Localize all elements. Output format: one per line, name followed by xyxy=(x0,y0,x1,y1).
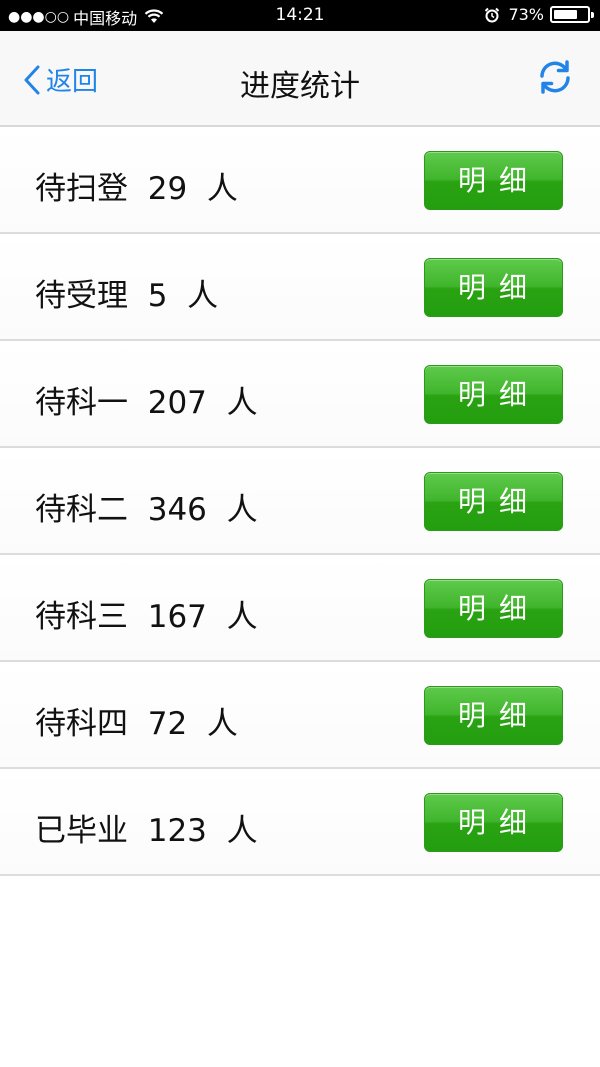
stage-unit: 人 xyxy=(206,706,238,742)
stage-label: 待受理 xyxy=(35,278,128,314)
stage-unit: 人 xyxy=(226,492,258,528)
list-item: 待扫登 29 人 明 细 xyxy=(0,127,600,234)
stage-label: 待科二 xyxy=(35,492,128,528)
stage-count: 72 xyxy=(147,706,188,742)
battery-tip xyxy=(591,12,594,18)
stage-unit: 人 xyxy=(187,278,219,314)
detail-button[interactable]: 明 细 xyxy=(424,151,563,210)
stage-count: 5 xyxy=(147,278,168,314)
stage-label: 待科四 xyxy=(35,706,128,742)
stage-count: 207 xyxy=(147,385,207,421)
battery-percent: 73% xyxy=(508,5,544,24)
stage-count: 123 xyxy=(147,813,207,849)
status-bar-right: 73% xyxy=(484,5,594,24)
detail-button[interactable]: 明 细 xyxy=(424,579,563,638)
navigation-bar: 返回 进度统计 xyxy=(0,31,600,127)
list-item-text: 待科三 167 人 xyxy=(35,591,258,636)
list-item-text: 待科四 72 人 xyxy=(35,698,238,743)
detail-button[interactable]: 明 细 xyxy=(424,258,563,317)
stage-label: 待科一 xyxy=(35,385,128,421)
list-item: 待受理 5 人 明 细 xyxy=(0,234,600,341)
stage-count: 167 xyxy=(147,599,207,635)
list-item-text: 待扫登 29 人 xyxy=(35,163,238,208)
list-item: 待科一 207 人 明 细 xyxy=(0,341,600,448)
list-item: 待科二 346 人 明 细 xyxy=(0,448,600,555)
battery-icon xyxy=(550,6,594,23)
list-item-text: 待科一 207 人 xyxy=(35,377,258,422)
stage-unit: 人 xyxy=(226,385,258,421)
stage-count: 29 xyxy=(147,171,188,207)
stage-count: 346 xyxy=(147,492,207,528)
stage-unit: 人 xyxy=(226,599,258,635)
detail-button[interactable]: 明 细 xyxy=(424,365,563,424)
detail-button[interactable]: 明 细 xyxy=(424,686,563,745)
status-bar: ●●●○○ 中国移动 14:21 73% xyxy=(0,0,600,31)
stage-unit: 人 xyxy=(226,813,258,849)
alarm-clock-icon xyxy=(485,7,500,22)
refresh-icon[interactable] xyxy=(536,58,574,96)
battery-level-fill xyxy=(554,10,578,19)
detail-button[interactable]: 明 细 xyxy=(424,793,563,852)
list-item-text: 待科二 346 人 xyxy=(35,484,258,529)
list-item-text: 待受理 5 人 xyxy=(35,270,218,315)
progress-list: 待扫登 29 人 明 细 待受理 5 人 明 细 待科一 207 人 明 细 待… xyxy=(0,127,600,876)
page-title: 进度统计 xyxy=(240,69,360,104)
stage-label: 待科三 xyxy=(35,599,128,635)
list-item: 已毕业 123 人 明 细 xyxy=(0,769,600,876)
stage-label: 已毕业 xyxy=(35,813,128,849)
list-item-text: 已毕业 123 人 xyxy=(35,805,258,850)
list-item: 待科三 167 人 明 细 xyxy=(0,555,600,662)
stage-label: 待扫登 xyxy=(35,171,128,207)
list-item: 待科四 72 人 明 细 xyxy=(0,662,600,769)
stage-unit: 人 xyxy=(206,171,238,207)
detail-button[interactable]: 明 细 xyxy=(424,472,563,531)
